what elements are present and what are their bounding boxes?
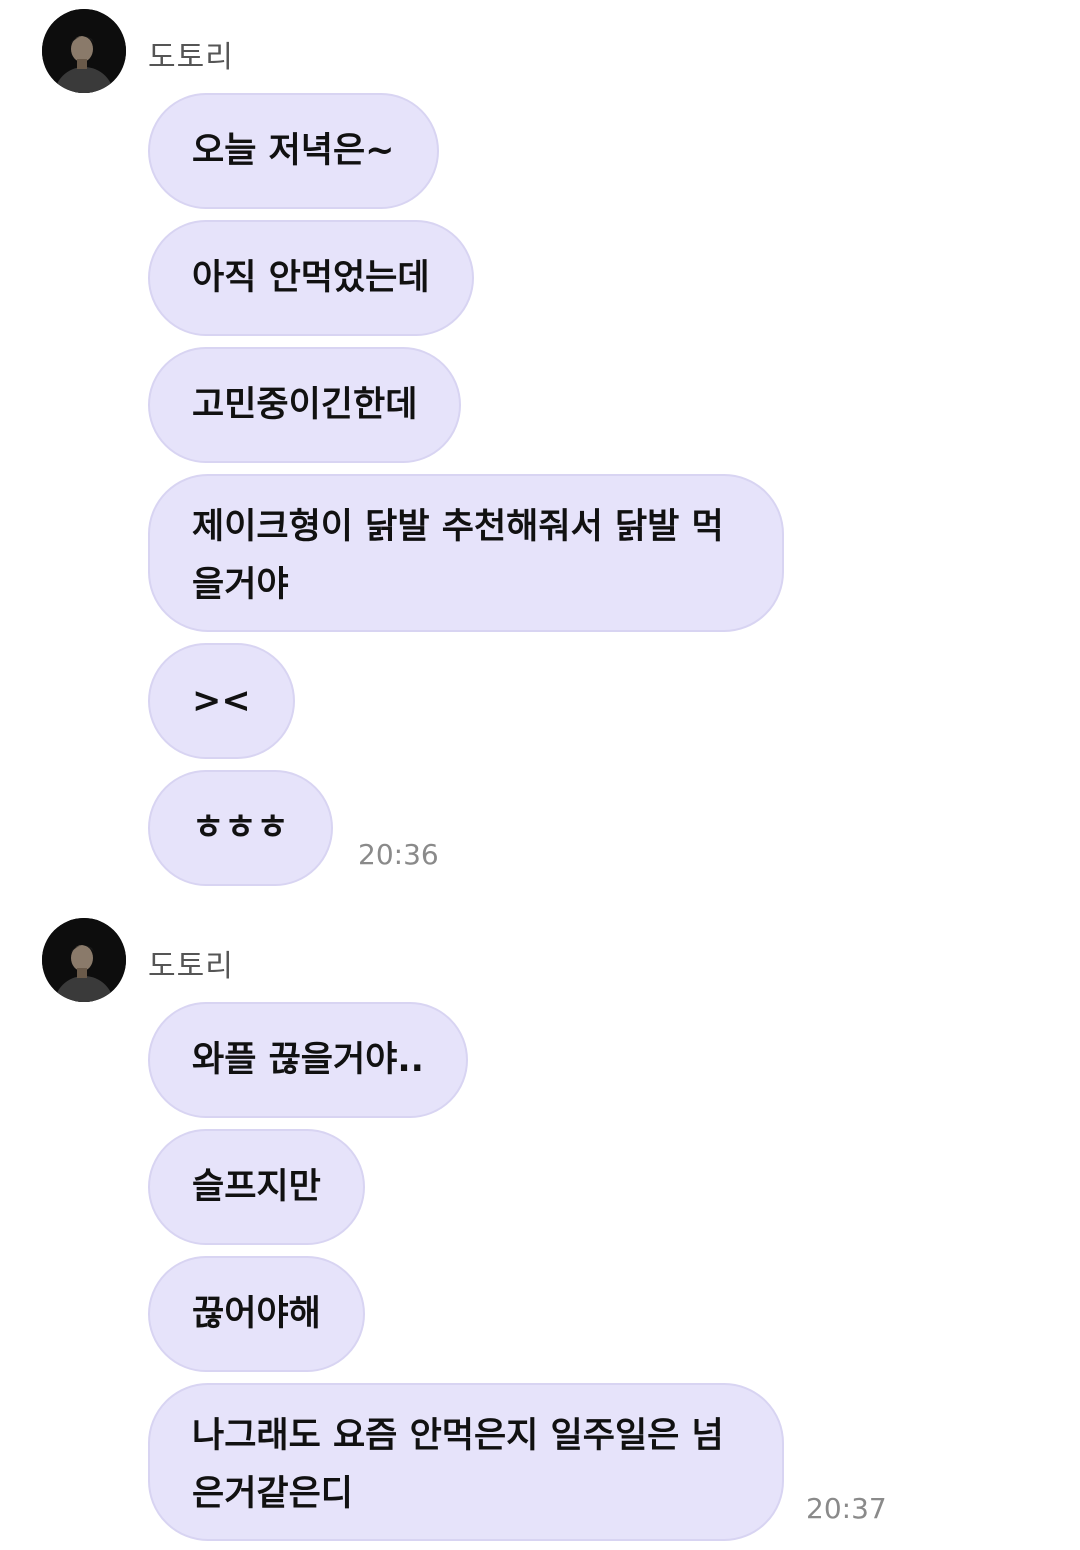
profile-photo-icon (42, 9, 126, 93)
message-bubble[interactable]: 오늘 저녁은~ (148, 93, 439, 209)
message-bubble[interactable]: 아직 안먹었는데 (148, 220, 474, 336)
message-time: 20:36 (358, 838, 439, 871)
avatar[interactable] (42, 9, 126, 93)
message-bubble[interactable]: 제이크형이 닭발 추천해줘서 닭발 먹을거야 (148, 474, 784, 632)
sender-name: 도토리 (148, 40, 234, 75)
message-bubble[interactable]: >< (148, 643, 295, 759)
avatar[interactable] (42, 918, 126, 1002)
message-bubble[interactable]: 와플 끊을거야.. (148, 1002, 468, 1118)
message-bubble[interactable]: 나그래도 요즘 안먹은지 일주일은 넘은거같은디 (148, 1383, 784, 1541)
profile-photo-icon (42, 918, 126, 1002)
message-time: 20:37 (806, 1492, 887, 1525)
sender-name: 도토리 (148, 949, 234, 984)
message-bubble[interactable]: ㅎㅎㅎ (148, 770, 333, 886)
message-bubble[interactable]: 슬프지만 (148, 1129, 365, 1245)
chat-view: 도토리 오늘 저녁은~ 아직 안먹었는데 고민중이긴한데 제이크형이 닭발 추천… (0, 0, 1080, 1550)
message-bubble[interactable]: 끊어야해 (148, 1256, 365, 1372)
message-bubble[interactable]: 고민중이긴한데 (148, 347, 462, 463)
